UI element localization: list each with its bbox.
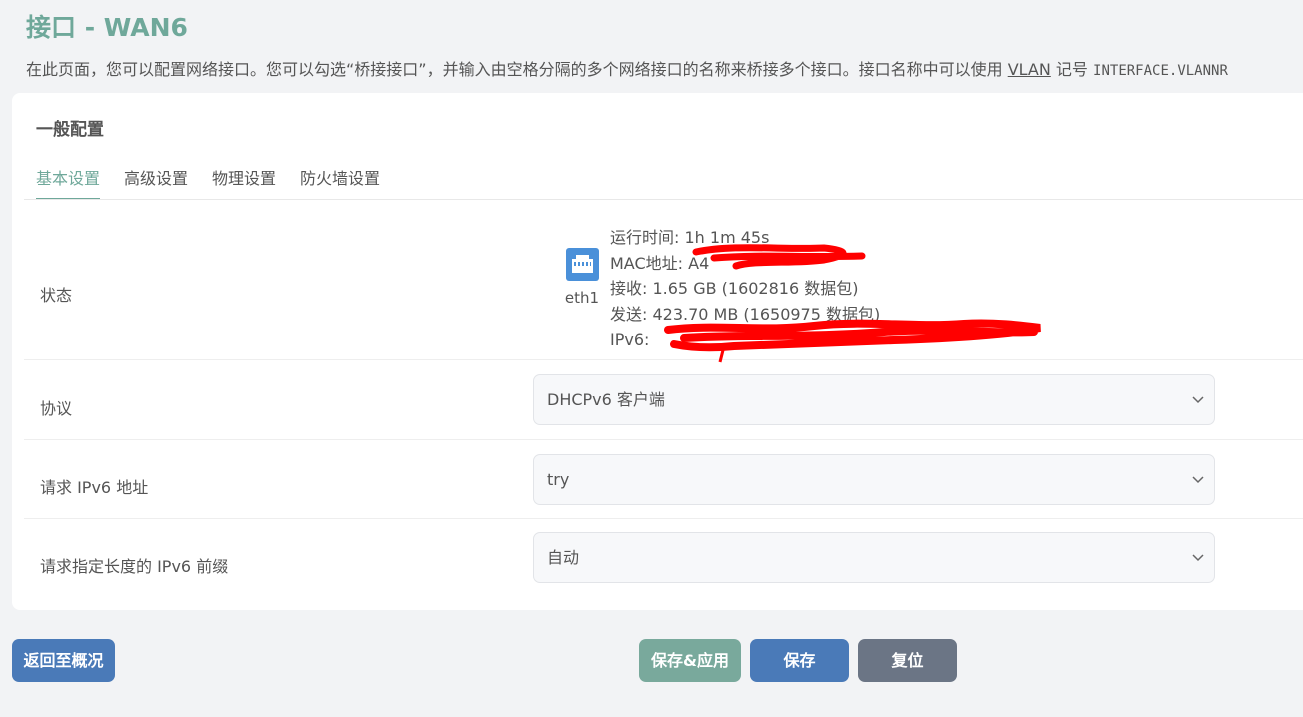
protocol-value: DHCPv6 客户端 [547,390,665,409]
status-details: 运行时间: 1h 1m 45s MAC地址: A4 接收: 1.65 GB (1… [610,225,880,353]
reset-button[interactable]: 复位 [858,639,957,682]
general-config-card: 一般配置 基本设置 高级设置 物理设置 防火墙设置 状态 eth1 运行时间: … [12,93,1303,610]
desc-text-mid: 记号 [1055,60,1088,79]
tab-advanced-settings[interactable]: 高级设置 [124,165,188,200]
request-ipv6-value: try [547,470,570,489]
tx-text: 发送: 423.70 MB (1650975 数据包) [610,304,881,324]
protocol-select[interactable]: DHCPv6 客户端 [533,374,1215,425]
interface-name: eth1 [564,289,600,307]
chevron-down-icon [1192,396,1204,404]
request-ipv6-label: 请求 IPv6 地址 [40,478,149,497]
vlan-link[interactable]: VLAN [1008,60,1051,79]
ethernet-port-icon [565,248,599,281]
page-title: 接口 - WAN6 [26,13,188,42]
save-apply-button[interactable]: 保存&应用 [639,639,741,682]
interface-badge: eth1 [552,248,612,307]
tab-bar: 基本设置 高级设置 物理设置 防火墙设置 [36,165,380,200]
prefix-length-value: 自动 [547,548,580,567]
back-to-overview-button[interactable]: 返回至概况 [12,639,115,682]
request-ipv6-row: 请求 IPv6 地址 try [24,440,1303,519]
prefix-length-label: 请求指定长度的 IPv6 前缀 [40,557,229,576]
ipv6-text: IPv6: [610,330,650,349]
mac-text: MAC地址: A4 [610,253,710,273]
tab-firewall-settings[interactable]: 防火墙设置 [300,165,380,200]
tabs-divider [24,199,1303,200]
protocol-row: 协议 DHCPv6 客户端 [24,360,1303,440]
tab-physical-settings[interactable]: 物理设置 [212,165,276,200]
request-ipv6-select[interactable]: try [533,454,1215,505]
section-title: 一般配置 [36,120,104,140]
uptime-text: 运行时间: 1h 1m 45s [610,228,770,247]
save-button[interactable]: 保存 [750,639,849,682]
chevron-down-icon [1192,476,1204,484]
rx-text: 接收: 1.65 GB (1602816 数据包) [610,279,859,298]
tab-basic-settings[interactable]: 基本设置 [36,165,101,200]
status-row: 状态 eth1 运行时间: 1h 1m 45s MAC地址: A4 接收: 1.… [24,214,1303,363]
prefix-length-select[interactable]: 自动 [533,532,1215,583]
prefix-length-row: 请求指定长度的 IPv6 前缀 自动 [24,519,1303,610]
desc-text: 在此页面，您可以配置网络接口。您可以勾选“桥接接口”，并输入由空格分隔的多个网络… [26,60,1003,79]
protocol-label: 协议 [40,399,73,418]
status-label: 状态 [40,286,73,305]
chevron-down-icon [1192,554,1204,562]
page-description: 在此页面，您可以配置网络接口。您可以勾选“桥接接口”，并输入由空格分隔的多个网络… [26,56,1303,80]
desc-code: INTERFACE.VLANNR [1093,63,1228,79]
